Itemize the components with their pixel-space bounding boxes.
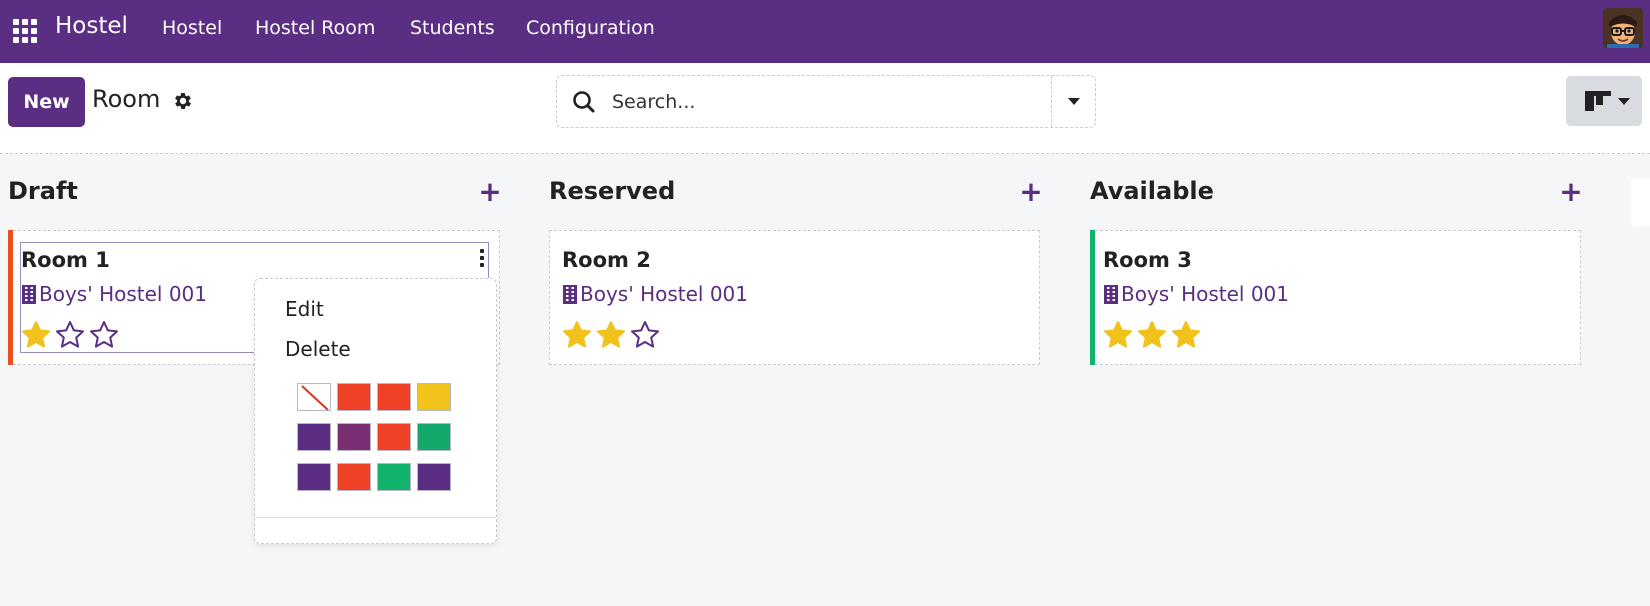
color-swatch[interactable] — [337, 383, 371, 411]
color-swatch[interactable] — [417, 463, 451, 491]
card-dropdown-menu: Edit Delete — [254, 278, 497, 544]
search-input[interactable] — [612, 85, 1052, 119]
card-hostel-name[interactable]: Boys' Hostel 001 — [39, 282, 207, 306]
star-filled-icon[interactable] — [1169, 319, 1203, 349]
menu-hostel-room[interactable]: Hostel Room — [255, 17, 375, 39]
control-panel: New Room — [0, 63, 1650, 154]
kanban-view-icon — [1585, 91, 1611, 111]
search-icon — [573, 91, 595, 113]
column-title-available: Available — [1090, 177, 1214, 205]
card-room-name: Room 1 — [21, 248, 110, 272]
color-swatch[interactable] — [337, 423, 371, 451]
card-hostel-link[interactable]: Boys' Hostel 001 — [1103, 282, 1289, 306]
color-swatch[interactable] — [417, 383, 451, 411]
card-color-accent — [1090, 230, 1095, 365]
card-hostel-name[interactable]: Boys' Hostel 001 — [1121, 282, 1289, 306]
card-hostel-link[interactable]: Boys' Hostel 001 — [562, 282, 748, 306]
column-add-button-draft[interactable]: + — [478, 175, 502, 208]
color-swatch[interactable] — [297, 423, 331, 451]
card-color-accent — [8, 230, 13, 365]
star-empty-icon[interactable] — [53, 319, 87, 349]
chevron-down-icon — [1068, 98, 1080, 105]
menu-configuration[interactable]: Configuration — [526, 17, 655, 39]
star-empty-icon[interactable] — [628, 319, 662, 349]
card-menu-toggle-icon[interactable] — [476, 247, 488, 269]
search-options-toggle[interactable] — [1052, 76, 1096, 127]
card-room-name: Room 3 — [1103, 248, 1192, 272]
card-hostel-name[interactable]: Boys' Hostel 001 — [580, 282, 748, 306]
new-button[interactable]: New — [8, 77, 85, 127]
building-icon — [1104, 285, 1118, 304]
star-filled-icon[interactable] — [1135, 319, 1169, 349]
apps-menu-icon[interactable] — [13, 19, 37, 43]
priority-stars — [19, 319, 121, 349]
page-title: Room — [92, 85, 161, 113]
star-filled-icon[interactable] — [560, 319, 594, 349]
color-swatch[interactable] — [417, 423, 451, 451]
menu-divider — [255, 517, 496, 518]
color-swatch[interactable] — [337, 463, 371, 491]
app-brand[interactable]: Hostel — [55, 13, 128, 39]
search-box — [556, 75, 1096, 128]
building-icon — [22, 285, 36, 304]
star-filled-icon[interactable] — [1101, 319, 1135, 349]
column-title-draft: Draft — [8, 177, 78, 205]
kanban-card[interactable]: Room 3 Boys' Hostel 001 — [1090, 230, 1581, 365]
edit-menu-item[interactable]: Edit — [285, 297, 324, 321]
delete-menu-item[interactable]: Delete — [285, 337, 351, 361]
next-column-stub — [1631, 178, 1650, 227]
top-navbar: Hostel Hostel Hostel Room Students Confi… — [0, 0, 1650, 63]
card-room-name: Room 2 — [562, 248, 651, 272]
column-title-reserved: Reserved — [549, 177, 676, 205]
user-avatar[interactable] — [1603, 8, 1643, 48]
chevron-down-icon — [1618, 98, 1630, 105]
kanban-card[interactable]: Room 2 Boys' Hostel 001 — [549, 230, 1040, 365]
color-swatch[interactable] — [377, 463, 411, 491]
color-swatch[interactable] — [377, 383, 411, 411]
color-picker — [297, 383, 451, 491]
card-hostel-link[interactable]: Boys' Hostel 001 — [21, 282, 207, 306]
menu-hostel[interactable]: Hostel — [162, 17, 222, 39]
star-filled-icon[interactable] — [594, 319, 628, 349]
building-icon — [563, 285, 577, 304]
color-swatch[interactable] — [377, 423, 411, 451]
color-swatch[interactable] — [297, 463, 331, 491]
column-add-button-reserved[interactable]: + — [1019, 175, 1043, 208]
color-swatch-none[interactable] — [297, 383, 331, 411]
priority-stars — [560, 319, 662, 349]
gear-icon[interactable] — [172, 90, 194, 112]
view-switcher-button[interactable] — [1566, 76, 1642, 126]
star-empty-icon[interactable] — [87, 319, 121, 349]
column-add-button-available[interactable]: + — [1559, 175, 1583, 208]
menu-students[interactable]: Students — [410, 17, 495, 39]
priority-stars — [1101, 319, 1203, 349]
star-filled-icon[interactable] — [19, 319, 53, 349]
